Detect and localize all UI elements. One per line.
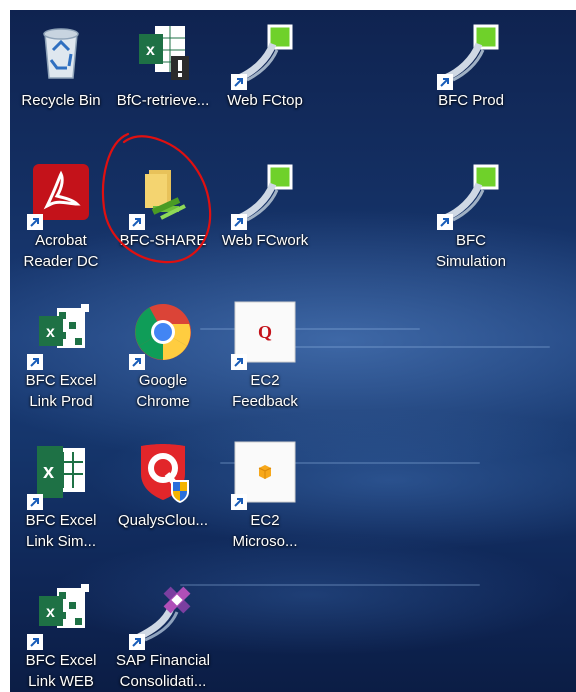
svg-text:x: x [146, 42, 155, 59]
desktop-icon-ec2-feedback[interactable]: Q EC2 Feedback [214, 298, 316, 430]
shortcut-arrow-icon [27, 354, 43, 370]
excel-grid-icon: x [27, 300, 93, 370]
icon-label: Recycle Bin [21, 92, 101, 109]
shortcut-arrow-icon [437, 74, 453, 90]
shortcut-arrow-icon [129, 214, 145, 230]
icon-label: Google Chrome [136, 372, 190, 410]
desktop: Recycle Bin x BfC-retrieve... Web FCtop … [10, 10, 576, 692]
excel-icon: x [27, 440, 93, 510]
desktop-icon-google-chrome[interactable]: Google Chrome [112, 298, 214, 430]
ec2-box-icon [231, 440, 297, 510]
icon-label: EC2 Feedback [232, 372, 298, 410]
recycle-bin-icon [29, 20, 93, 84]
acrobat-icon [27, 160, 93, 230]
shortcut-arrow-icon [27, 634, 43, 650]
desktop-icon-qualys-cloud[interactable]: QualysClou... [112, 438, 214, 570]
desktop-icon-bfc-excel-link-sim[interactable]: x BFC Excel Link Sim... [10, 438, 112, 570]
svg-text:x: x [46, 324, 55, 341]
svg-text:Q: Q [258, 322, 272, 342]
icon-label: QualysClou... [117, 512, 209, 529]
chrome-icon [129, 300, 195, 370]
desktop-icon-bfc-prod[interactable]: BFC Prod [420, 18, 522, 150]
icon-label: Acrobat Reader DC [23, 232, 99, 270]
svg-text:x: x [46, 604, 55, 621]
desktop-icon-web-fcwork[interactable]: Web FCwork [214, 158, 316, 290]
shortcut-arrow-icon [231, 74, 247, 90]
desktop-icon-bfc-excel-link-prod[interactable]: x BFC Excel Link Prod [10, 298, 112, 430]
desktop-icon-bfc-simulation[interactable]: BFC Simulation [420, 158, 522, 290]
shortcut-arrow-icon [437, 214, 453, 230]
desktop-icon-acrobat-reader[interactable]: Acrobat Reader DC [10, 158, 112, 290]
shortcut-arrow-icon [231, 214, 247, 230]
desktop-icon-recycle-bin[interactable]: Recycle Bin [10, 18, 112, 150]
shortcut-arrow-icon [231, 494, 247, 510]
icon-label: BFC Excel Link Prod [25, 372, 97, 410]
desktop-icon-bfc-share[interactable]: BFC-SHARE [112, 158, 214, 290]
shortcut-arrow-icon [129, 354, 145, 370]
bfc-web-icon [231, 20, 297, 90]
desktop-icon-bfc-retrieve[interactable]: x BfC-retrieve... [112, 18, 214, 150]
desktop-icon-ec2-microsoft[interactable]: EC2 Microso... [214, 438, 316, 570]
icon-label: BFC Prod [438, 92, 504, 109]
qualys-icon [131, 440, 195, 504]
icon-label: Web FCtop [227, 92, 303, 109]
wallpaper-streak [180, 584, 480, 586]
icon-label: BfC-retrieve... [116, 92, 210, 109]
excel-warning-icon: x [131, 20, 195, 84]
icon-label: BFC Excel Link Sim... [25, 512, 97, 550]
icon-label: SAP Financial Consolidati... [116, 652, 210, 690]
icon-label: Web FCwork [221, 232, 309, 249]
icon-label: EC2 Microso... [232, 512, 298, 550]
icon-label: BFC Excel Link WEB [25, 652, 97, 690]
shortcut-arrow-icon [27, 494, 43, 510]
desktop-icon-sap-financial-consolidation[interactable]: SAP Financial Consolidati... [112, 578, 214, 692]
excel-grid-icon: x [27, 580, 93, 650]
bfc-web-icon [231, 160, 297, 230]
bfc-web-icon [437, 20, 503, 90]
bfc-web-icon [437, 160, 503, 230]
sap-fc-icon [129, 580, 195, 650]
icon-label: BFC-SHARE [119, 232, 207, 249]
shortcut-arrow-icon [129, 634, 145, 650]
ec2-feedback-icon: Q [231, 300, 297, 370]
icon-label: BFC Simulation [435, 232, 507, 270]
svg-text:x: x [43, 461, 54, 483]
shortcut-arrow-icon [27, 214, 43, 230]
desktop-icon-bfc-excel-link-web[interactable]: x BFC Excel Link WEB [10, 578, 112, 692]
desktop-icon-web-fctop[interactable]: Web FCtop [214, 18, 316, 150]
network-folder-icon [129, 160, 195, 230]
shortcut-arrow-icon [231, 354, 247, 370]
